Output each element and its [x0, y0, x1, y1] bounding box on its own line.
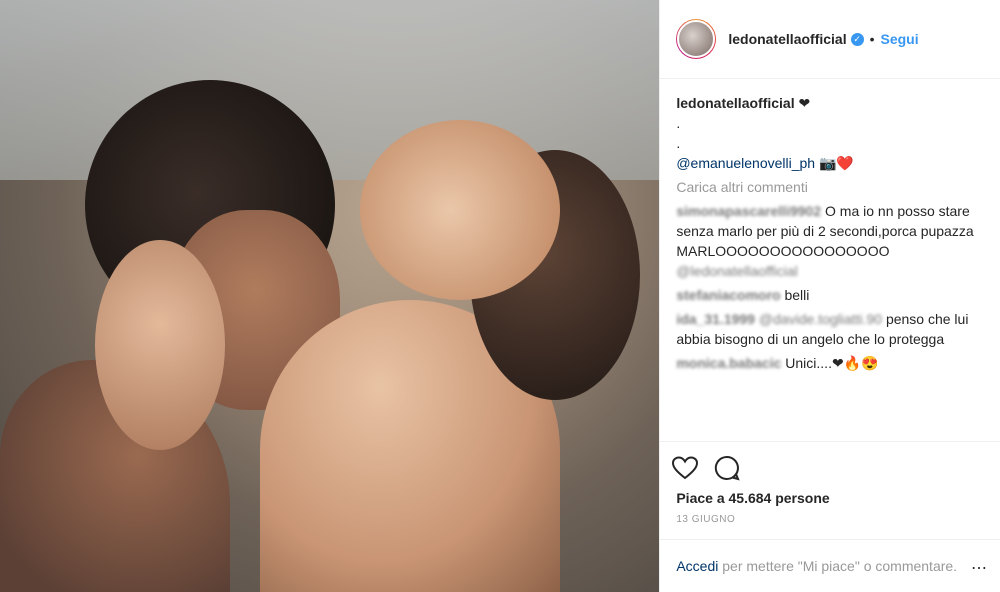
comment-username[interactable]: stefaniacomoro: [676, 287, 780, 303]
action-icons: [672, 450, 988, 486]
comment-username[interactable]: ida_31.1999: [676, 311, 755, 327]
follow-button[interactable]: Segui: [881, 31, 919, 47]
comment-username[interactable]: monica.babacic: [676, 355, 781, 371]
heart-icon[interactable]: [672, 456, 699, 480]
comment-item: stefaniacomoro belli: [676, 285, 984, 305]
comment-item: monica.babacic Unici....❤🔥😍: [676, 353, 984, 373]
username-link[interactable]: ledonatellaofficial: [728, 31, 846, 47]
likes-count[interactable]: Piace a 45.684 persone: [672, 490, 988, 506]
comment-text: belli: [784, 287, 810, 303]
comment-icon[interactable]: [714, 455, 741, 481]
avatar[interactable]: [676, 19, 717, 59]
load-more-comments-link[interactable]: Carica altri commenti: [676, 177, 984, 197]
post-header: ledonatellaofficial ✓ • Segui: [660, 0, 1000, 79]
login-link[interactable]: Accedi: [676, 558, 718, 574]
comment-mention-link[interactable]: @davide.togliatti.90: [759, 311, 882, 327]
photo-woman-face: [360, 120, 560, 300]
more-options-icon[interactable]: ⋯: [971, 558, 988, 578]
caption-mention-link[interactable]: @emanuelenovelli_ph: [676, 155, 815, 171]
photo-hand: [95, 240, 225, 450]
avatar-image: [677, 20, 716, 58]
login-prompt: Accedi per mettere "Mi piace" o commenta…: [660, 539, 1000, 592]
comment-text: Unici....❤🔥😍: [785, 355, 879, 371]
comment-mention-link[interactable]: @ledonatellaofficial: [676, 263, 797, 279]
post-date: 13 GIUGNO: [676, 514, 736, 525]
post-photo[interactable]: [0, 0, 660, 592]
verified-badge-icon: ✓: [850, 32, 864, 46]
comments-list: ledonatellaofficial ❤ . . @emanuelenovel…: [660, 79, 1000, 441]
caption-line: .: [676, 135, 681, 151]
comment-username[interactable]: simonapascarelli9902: [676, 203, 821, 219]
comment-item: ida_31.1999 @davide.togliatti.90 penso c…: [676, 309, 984, 349]
caption-line: .: [676, 115, 681, 131]
post-actions: Piace a 45.684 persone 13 GIUGNO: [660, 441, 1000, 525]
caption-username[interactable]: ledonatellaofficial: [676, 95, 794, 111]
post-sidebar: ledonatellaofficial ✓ • Segui ledonatell…: [659, 0, 1000, 592]
login-text: per mettere "Mi piace" o commentare.: [718, 558, 958, 574]
caption: ledonatellaofficial ❤ . . @emanuelenovel…: [676, 93, 984, 173]
separator-dot: •: [869, 31, 875, 47]
comment-item: simonapascarelli9902 O ma io nn posso st…: [676, 201, 984, 281]
caption-emoji: 📷❤️: [818, 155, 854, 171]
heart-emoji: ❤: [798, 95, 811, 111]
